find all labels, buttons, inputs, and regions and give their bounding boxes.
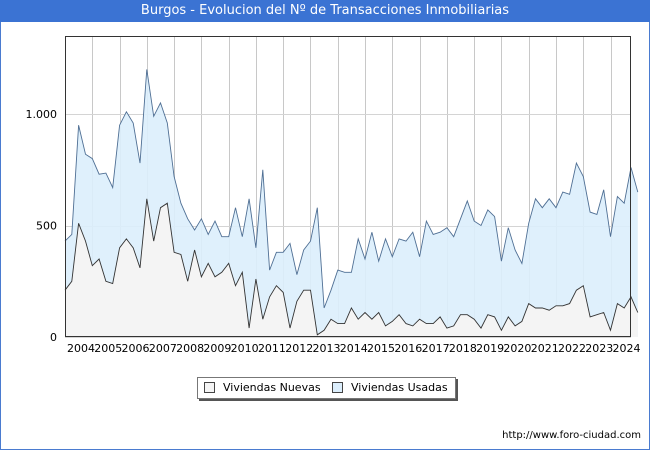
source-url: http://www.foro-ciudad.com xyxy=(502,430,641,441)
legend-label-nuevas: Viviendas Nuevas xyxy=(223,381,321,394)
x-tick-label: 2024 xyxy=(613,342,641,355)
legend-swatch-usadas xyxy=(332,381,343,393)
legend-label-usadas: Viviendas Usadas xyxy=(351,381,448,394)
x-tick-label: 2009 xyxy=(203,342,231,355)
x-tick-label: 2007 xyxy=(149,342,177,355)
x-tick-label: 2010 xyxy=(231,342,259,355)
x-tick-label: 2017 xyxy=(422,342,450,355)
x-tick-label: 2015 xyxy=(367,342,395,355)
x-tick-label: 2021 xyxy=(531,342,559,355)
x-tick-label: 2005 xyxy=(94,342,122,355)
legend-item-usadas: Viviendas Usadas xyxy=(332,381,448,395)
x-tick-label: 2012 xyxy=(285,342,313,355)
y-tick-label: 500 xyxy=(36,220,57,233)
x-axis-ticks: 2004 2005 2006 2007 2008 2009 2010 2011 2012 2013… xyxy=(67,342,641,355)
x-tick-label: 2008 xyxy=(176,342,204,355)
x-tick-label: 2023 xyxy=(585,342,613,355)
x-tick-label: 2013 xyxy=(312,342,340,355)
x-tick-label: 2020 xyxy=(503,342,531,355)
y-tick-label: 1.000 xyxy=(26,108,58,121)
legend-item-nuevas: Viviendas Nuevas xyxy=(204,381,321,395)
x-tick-label: 2006 xyxy=(122,342,150,355)
x-tick-label: 2014 xyxy=(340,342,368,355)
x-tick-label: 2004 xyxy=(67,342,95,355)
x-tick-label: 2022 xyxy=(558,342,586,355)
x-tick-label: 2018 xyxy=(449,342,477,355)
y-tick-label: 0 xyxy=(50,331,57,344)
legend-swatch-nuevas xyxy=(204,381,215,393)
x-tick-label: 2019 xyxy=(476,342,504,355)
x-tick-label: 2011 xyxy=(258,342,286,355)
chart-legend: Viviendas Nuevas Viviendas Usadas xyxy=(197,377,456,399)
x-tick-label: 2016 xyxy=(394,342,422,355)
y-axis-ticks: 0 500 1.000 xyxy=(26,108,58,344)
